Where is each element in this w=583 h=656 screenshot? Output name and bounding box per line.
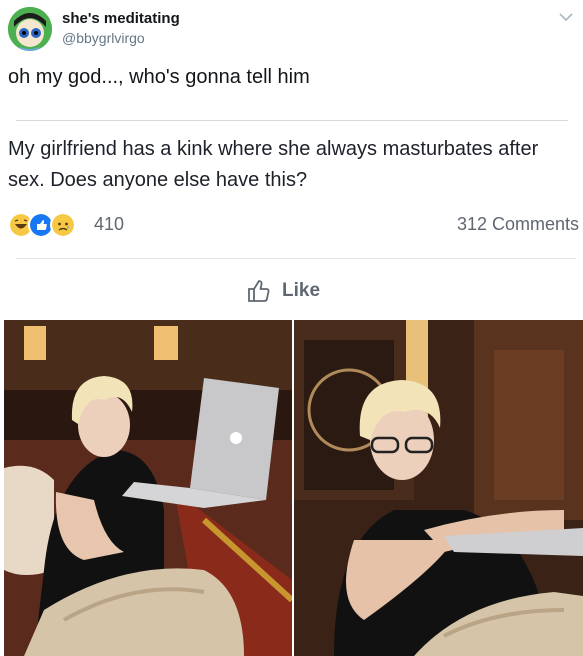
tweet-text: oh my god..., who's gonna tell him [8, 66, 310, 88]
photo-right [294, 320, 583, 656]
avatar[interactable] [8, 7, 52, 51]
divider [16, 258, 576, 259]
divider [16, 120, 568, 121]
like-label: Like [282, 280, 321, 301]
facebook-post-card: My girlfriend has a kink where she alway… [0, 114, 583, 318]
thumbs-up-icon [248, 280, 270, 302]
photo-left-image [4, 320, 292, 656]
tweet-header: she's meditating @bbygrlvirgo [0, 0, 583, 60]
sad-icon [50, 212, 76, 238]
reaction-count: 410 [94, 214, 125, 234]
avatar-icon [8, 7, 52, 51]
comments-count[interactable]: 312 Comments [457, 214, 579, 235]
chevron-down-icon[interactable] [559, 12, 573, 22]
photo-right-image [294, 320, 583, 656]
facebook-post-text: My girlfriend has a kink where she alway… [8, 138, 539, 191]
photo-left [4, 320, 292, 656]
display-name[interactable]: she's meditating [62, 10, 180, 27]
user-handle[interactable]: @bbygrlvirgo [62, 30, 145, 46]
